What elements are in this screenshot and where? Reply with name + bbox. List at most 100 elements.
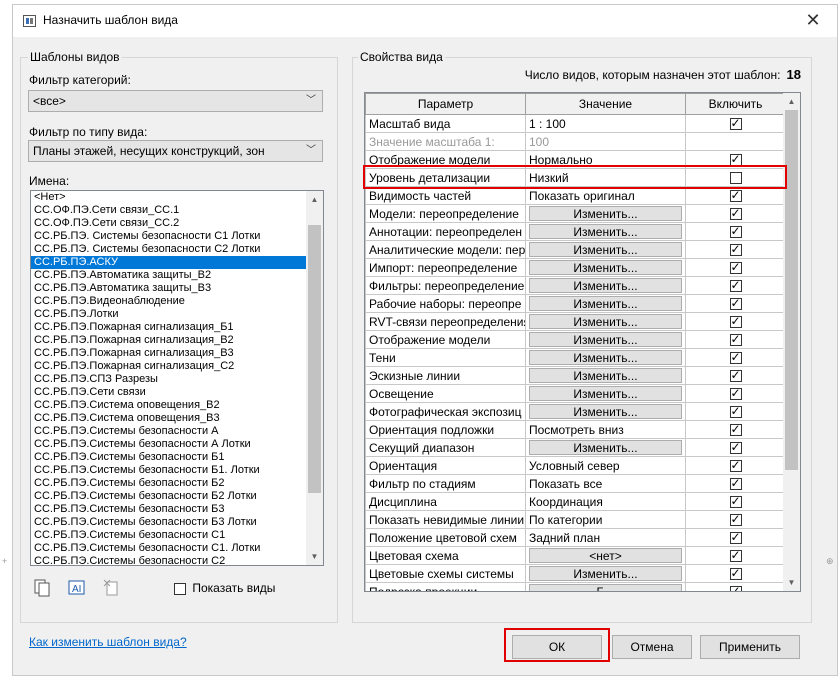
edit-button[interactable]: Изменить...: [529, 296, 682, 311]
param-value-cell[interactable]: Изменить...: [525, 348, 686, 367]
edit-button[interactable]: Изменить...: [529, 224, 682, 239]
param-value-cell[interactable]: Изменить...: [525, 330, 686, 349]
edit-button[interactable]: Изменить...: [529, 350, 682, 365]
list-item[interactable]: СС.РБ.ПЭ.Системы безопасности Б1. Лотки: [31, 464, 323, 477]
include-checkbox[interactable]: [729, 332, 742, 347]
param-value-cell[interactable]: 1 : 100: [525, 114, 686, 133]
include-checkbox[interactable]: [729, 224, 742, 239]
list-item[interactable]: СС.РБ.ПЭ. Системы безопасности С1 Лотки: [31, 230, 323, 243]
list-item[interactable]: СС.РБ.ПЭ.Лотки: [31, 308, 323, 321]
param-value-cell[interactable]: Изменить...: [525, 204, 686, 223]
edit-button[interactable]: Изменить...: [529, 278, 682, 293]
param-value-cell[interactable]: Условный север: [525, 456, 686, 475]
list-item[interactable]: СС.РБ.ПЭ.Система оповещения_В3: [31, 412, 323, 425]
include-checkbox[interactable]: [729, 368, 742, 383]
names-listbox[interactable]: <Нет> СС.ОФ.ПЭ.Сети связи_СС.1 СС.ОФ.ПЭ.Се…: [30, 190, 324, 566]
param-value-cell[interactable]: Изменить...: [525, 312, 686, 331]
param-value-cell[interactable]: Задний план: [525, 528, 686, 547]
param-value-cell[interactable]: Изменить...: [525, 564, 686, 583]
param-value-cell[interactable]: Изменить...: [525, 222, 686, 241]
edit-button[interactable]: Изменить...: [529, 206, 682, 221]
scroll-thumb[interactable]: [785, 110, 798, 470]
param-value-cell[interactable]: Изменить...: [525, 240, 686, 259]
list-item[interactable]: СС.ОФ.ПЭ.Сети связи_СС.2: [31, 217, 323, 230]
param-value-cell[interactable]: Показать все: [525, 474, 686, 493]
help-link[interactable]: Как изменить шаблон вида?: [29, 635, 187, 649]
param-value-cell[interactable]: Низкий: [525, 168, 686, 187]
include-checkbox[interactable]: [729, 116, 742, 131]
show-views-option[interactable]: Показать виды: [174, 581, 275, 595]
param-value-cell[interactable]: Показать оригинал: [525, 186, 686, 205]
include-checkbox[interactable]: [729, 512, 742, 527]
delete-icon[interactable]: [103, 579, 121, 597]
include-checkbox[interactable]: [729, 152, 742, 167]
include-checkbox[interactable]: [729, 206, 742, 221]
edit-button[interactable]: Изменить...: [529, 314, 682, 329]
scroll-down-icon[interactable]: ▼: [306, 548, 323, 565]
duplicate-icon[interactable]: [33, 579, 51, 597]
list-item[interactable]: СС.РБ.ПЭ.Сети связи: [31, 386, 323, 399]
apply-button[interactable]: Применить: [700, 635, 800, 659]
include-checkbox[interactable]: [729, 458, 742, 473]
rename-icon[interactable]: AI: [68, 579, 86, 597]
list-item[interactable]: СС.ОФ.ПЭ.Сети связи_СС.1: [31, 204, 323, 217]
param-value-cell[interactable]: Изменить...: [525, 294, 686, 313]
edit-button[interactable]: Изменить...: [529, 440, 682, 455]
param-value-cell[interactable]: Изменить...: [525, 438, 686, 457]
param-value-cell[interactable]: Изменить...: [525, 276, 686, 295]
list-item[interactable]: СС.РБ.ПЭ.Системы безопасности Б3: [31, 503, 323, 516]
list-item[interactable]: СС.РБ.ПЭ.Системы безопасности С1: [31, 529, 323, 542]
param-value-cell[interactable]: <нет>: [525, 546, 686, 565]
include-checkbox[interactable]: [729, 494, 742, 509]
list-item[interactable]: СС.РБ.ПЭ.Автоматика защиты_В2: [31, 269, 323, 282]
edit-button[interactable]: Изменить...: [529, 332, 682, 347]
param-value-cell[interactable]: Изменить...: [525, 258, 686, 277]
list-item[interactable]: СС.РБ.ПЭ.Системы безопасности Б2: [31, 477, 323, 490]
list-item[interactable]: СС.РБ.ПЭ.СПЗ Разрезы: [31, 373, 323, 386]
include-checkbox[interactable]: [729, 278, 742, 293]
list-item[interactable]: СС.РБ.ПЭ.Системы безопасности С1. Лотки: [31, 542, 323, 555]
cancel-button[interactable]: Отмена: [612, 635, 692, 659]
include-checkbox[interactable]: [729, 242, 742, 257]
list-item[interactable]: СС.РБ.ПЭ.Системы безопасности Б3 Лотки: [31, 516, 323, 529]
list-item[interactable]: СС.РБ.ПЭ.АСКУ: [31, 256, 323, 269]
edit-button[interactable]: <нет>: [529, 548, 682, 563]
list-item[interactable]: <Нет>: [31, 191, 323, 204]
list-item[interactable]: СС.РБ.ПЭ.Пожарная сигнализация_Б1: [31, 321, 323, 334]
show-views-checkbox[interactable]: [174, 582, 186, 595]
param-value-cell[interactable]: Координация: [525, 492, 686, 511]
scroll-up-icon[interactable]: ▲: [783, 93, 800, 110]
param-value-cell[interactable]: 100: [525, 132, 686, 151]
list-item[interactable]: СС.РБ.ПЭ.Пожарная сигнализация_С2: [31, 360, 323, 373]
viewtype-filter-combo[interactable]: Планы этажей, несущих конструкций, зон ﹀: [28, 140, 323, 162]
list-item[interactable]: СС.РБ.ПЭ.Системы безопасности Б1: [31, 451, 323, 464]
include-checkbox[interactable]: [729, 350, 742, 365]
include-checkbox[interactable]: [729, 584, 742, 591]
list-item[interactable]: СС.РБ.ПЭ. Системы безопасности С2 Лотки: [31, 243, 323, 256]
param-value-cell[interactable]: По категории: [525, 510, 686, 529]
col-header-param[interactable]: Параметр: [365, 93, 526, 115]
param-value-cell[interactable]: Б...: [525, 582, 686, 591]
edit-button[interactable]: Изменить...: [529, 386, 682, 401]
scroll-thumb[interactable]: [308, 225, 321, 493]
include-checkbox[interactable]: [729, 260, 742, 275]
list-item[interactable]: СС.РБ.ПЭ.Системы безопасности Б2 Лотки: [31, 490, 323, 503]
list-item[interactable]: СС.РБ.ПЭ.Система оповещения_В2: [31, 399, 323, 412]
edit-button[interactable]: Изменить...: [529, 368, 682, 383]
list-item[interactable]: СС.РБ.ПЭ.Системы безопасности А: [31, 425, 323, 438]
include-checkbox[interactable]: [729, 566, 742, 581]
names-scrollbar[interactable]: ▲ ▼: [306, 191, 323, 565]
edit-button[interactable]: Изменить...: [529, 404, 682, 419]
col-header-value[interactable]: Значение: [525, 93, 686, 115]
param-value-cell[interactable]: Изменить...: [525, 402, 686, 421]
close-icon[interactable]: ✕: [803, 10, 823, 30]
include-checkbox[interactable]: [729, 188, 742, 203]
include-checkbox[interactable]: [729, 548, 742, 563]
include-checkbox[interactable]: [729, 296, 742, 311]
edit-button[interactable]: Изменить...: [529, 260, 682, 275]
edit-button[interactable]: Изменить...: [529, 242, 682, 257]
scroll-down-icon[interactable]: ▼: [783, 574, 800, 591]
category-filter-combo[interactable]: <все> ﹀: [28, 90, 323, 112]
param-value-cell[interactable]: Посмотреть вниз: [525, 420, 686, 439]
include-checkbox[interactable]: [729, 440, 742, 455]
